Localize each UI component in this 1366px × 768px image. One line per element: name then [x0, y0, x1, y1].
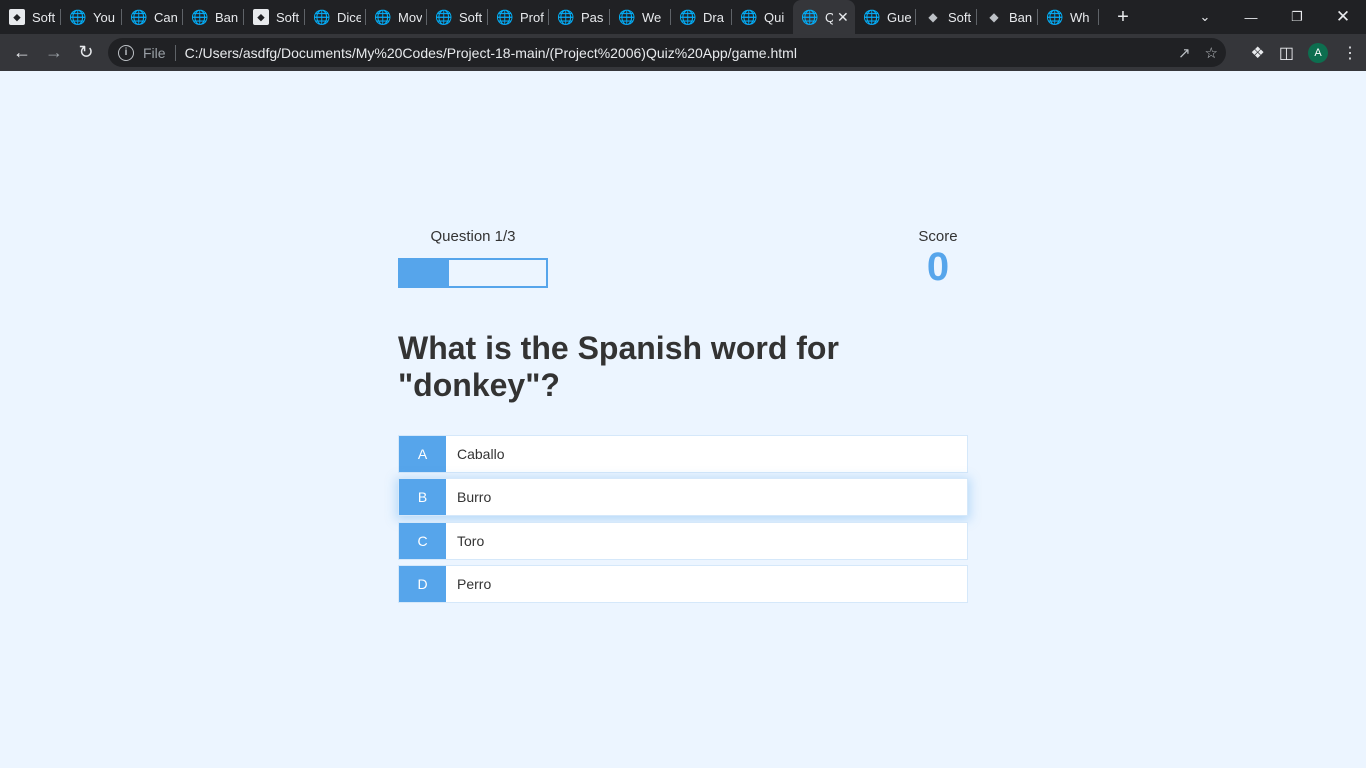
globe-icon: 🌐 [679, 9, 697, 25]
file-label: File [143, 44, 166, 61]
tab-title: Wh [1070, 9, 1090, 25]
progress-bar-fill [400, 260, 449, 286]
browser-tab[interactable]: ◆ Soft [0, 0, 61, 34]
info-icon[interactable]: i [118, 44, 134, 61]
globe-icon: 🌐 [435, 9, 453, 25]
progress-bar [398, 258, 548, 288]
tab-title: Soft [459, 9, 483, 25]
tab-title: Dra [703, 9, 724, 25]
browser-tab[interactable]: 🌐 Dice [305, 0, 366, 34]
browser-tab[interactable]: 🌐 Soft [427, 0, 488, 34]
browser-tab[interactable]: 🌐 Prof [488, 0, 549, 34]
tab-title: Dice [337, 9, 361, 25]
globe-icon: 🌐 [557, 9, 575, 25]
menu-icon[interactable]: ⋮ [1342, 43, 1358, 63]
browser-tab[interactable]: 🌐 Mov [366, 0, 427, 34]
tab-title: We [642, 9, 662, 25]
globe-icon: 🌐 [863, 9, 881, 25]
tab-title: Soft [276, 9, 300, 25]
soft-dark-icon: ◆ [989, 10, 999, 24]
soft-logo-icon: ◆ [9, 9, 25, 25]
globe-icon: 🌐 [740, 9, 758, 25]
choice-c[interactable]: C Toro [398, 522, 968, 560]
tab-search-icon[interactable]: ⌄ [1182, 0, 1228, 34]
tab-title: Pas [581, 9, 604, 25]
tab-title: Qui [764, 9, 785, 25]
score-block: Score 0 [908, 228, 968, 289]
tab-title: Q [825, 9, 833, 25]
omnibox-divider [174, 44, 176, 61]
globe-icon: 🌐 [496, 9, 514, 25]
tab-title: Soft [948, 9, 972, 25]
restore-button[interactable]: ❐ [1274, 0, 1320, 34]
globe-icon: 🌐 [801, 9, 819, 25]
tab-title: Mov [398, 9, 422, 25]
side-panel-icon[interactable]: ◫ [1279, 43, 1294, 63]
close-tab-icon[interactable]: ✕ [837, 9, 849, 26]
browser-tab[interactable]: ◆ Soft [916, 0, 977, 34]
browser-tab[interactable]: 🌐 You [61, 0, 122, 34]
choice-text: Burro [457, 489, 492, 505]
tab-title: Gue [887, 9, 911, 25]
quiz-hud: Question 1/3 Score 0 [398, 228, 968, 290]
browser-tab[interactable]: 🌐 Q ✕ [793, 0, 855, 34]
tab-title: Ban [215, 9, 239, 25]
globe-icon: 🌐 [618, 9, 636, 25]
toolbar-actions: ❖ ◫ A ⋮ [1251, 34, 1358, 71]
question-counter: Question 1/3 [430, 228, 516, 245]
browser-tab[interactable]: 🌐 Ban [183, 0, 244, 34]
soft-dark-icon: ◆ [928, 10, 938, 24]
globe-icon: 🌐 [191, 9, 209, 25]
globe-icon: 🌐 [313, 9, 331, 25]
score-label: Score [918, 228, 958, 245]
choice-text: Caballo [457, 446, 505, 462]
reload-button[interactable]: ↻ [70, 37, 102, 69]
extensions-icon[interactable]: ❖ [1251, 43, 1265, 63]
choice-prefix: D [399, 566, 446, 602]
choice-a[interactable]: A Caballo [398, 435, 968, 473]
browser-tab[interactable]: 🌐 Dra [671, 0, 732, 34]
browser-tab[interactable]: 🌐 Can [122, 0, 183, 34]
globe-icon: 🌐 [130, 9, 148, 25]
browser-tab[interactable]: 🌐 We [610, 0, 671, 34]
browser-tab[interactable]: 🌐 Pas [549, 0, 610, 34]
tab-strip: ◆ Soft 🌐 You 🌐 Can 🌐 Ban ◆ Soft 🌐 Dice 🌐 Mov 🌐 Soft 🌐 Pro… [0, 0, 1366, 34]
globe-icon: 🌐 [374, 9, 392, 25]
minimize-button[interactable]: — [1228, 0, 1274, 34]
address-bar[interactable]: i File C:/Users/asdfg/Documents/My%20Cod… [108, 38, 1226, 67]
choice-prefix: B [399, 479, 446, 515]
question-text: What is the Spanish word for "donkey"? [398, 330, 839, 403]
browser-tab[interactable]: 🌐 Wh [1038, 0, 1099, 34]
omnibox-actions: ↗ ☆ [1178, 38, 1218, 67]
avatar[interactable]: A [1308, 42, 1328, 63]
new-tab-button[interactable]: + [1103, 0, 1143, 34]
tab-list: ◆ Soft 🌐 You 🌐 Can 🌐 Ban ◆ Soft 🌐 Dice 🌐 Mov 🌐 Soft 🌐 Pro… [0, 0, 1099, 34]
browser-tab[interactable]: ◆ Ban [977, 0, 1038, 34]
choice-prefix: C [399, 523, 446, 559]
soft-logo-icon: ◆ [253, 9, 269, 25]
tab-title: Ban [1009, 9, 1033, 25]
share-icon[interactable]: ↗ [1178, 44, 1191, 62]
browser-toolbar: ← → ↻ i File C:/Users/asdfg/Documents/My… [0, 34, 1366, 71]
back-button[interactable]: ← [6, 37, 38, 69]
browser-tab[interactable]: ◆ Soft [244, 0, 305, 34]
choice-b[interactable]: B Burro [398, 478, 968, 516]
browser-tab[interactable]: 🌐 Qui [732, 0, 793, 34]
globe-icon: 🌐 [69, 9, 87, 25]
url-text[interactable]: C:/Users/asdfg/Documents/My%20Codes/Proj… [185, 45, 797, 61]
tab-title: Prof [520, 9, 544, 25]
bookmark-star-icon[interactable]: ☆ [1205, 44, 1218, 62]
choice-prefix: A [399, 436, 446, 472]
globe-icon: 🌐 [1046, 9, 1064, 25]
tab-title: You [93, 9, 115, 25]
tab-title: Can [154, 9, 178, 25]
choice-text: Toro [457, 533, 485, 549]
browser-tab[interactable]: 🌐 Gue [855, 0, 916, 34]
score-value: 0 [926, 245, 950, 289]
forward-button[interactable]: → [38, 37, 70, 69]
choice-text: Perro [457, 576, 492, 592]
close-window-button[interactable]: ✕ [1320, 0, 1366, 34]
choice-d[interactable]: D Perro [398, 565, 968, 603]
tab-title: Soft [32, 9, 56, 25]
